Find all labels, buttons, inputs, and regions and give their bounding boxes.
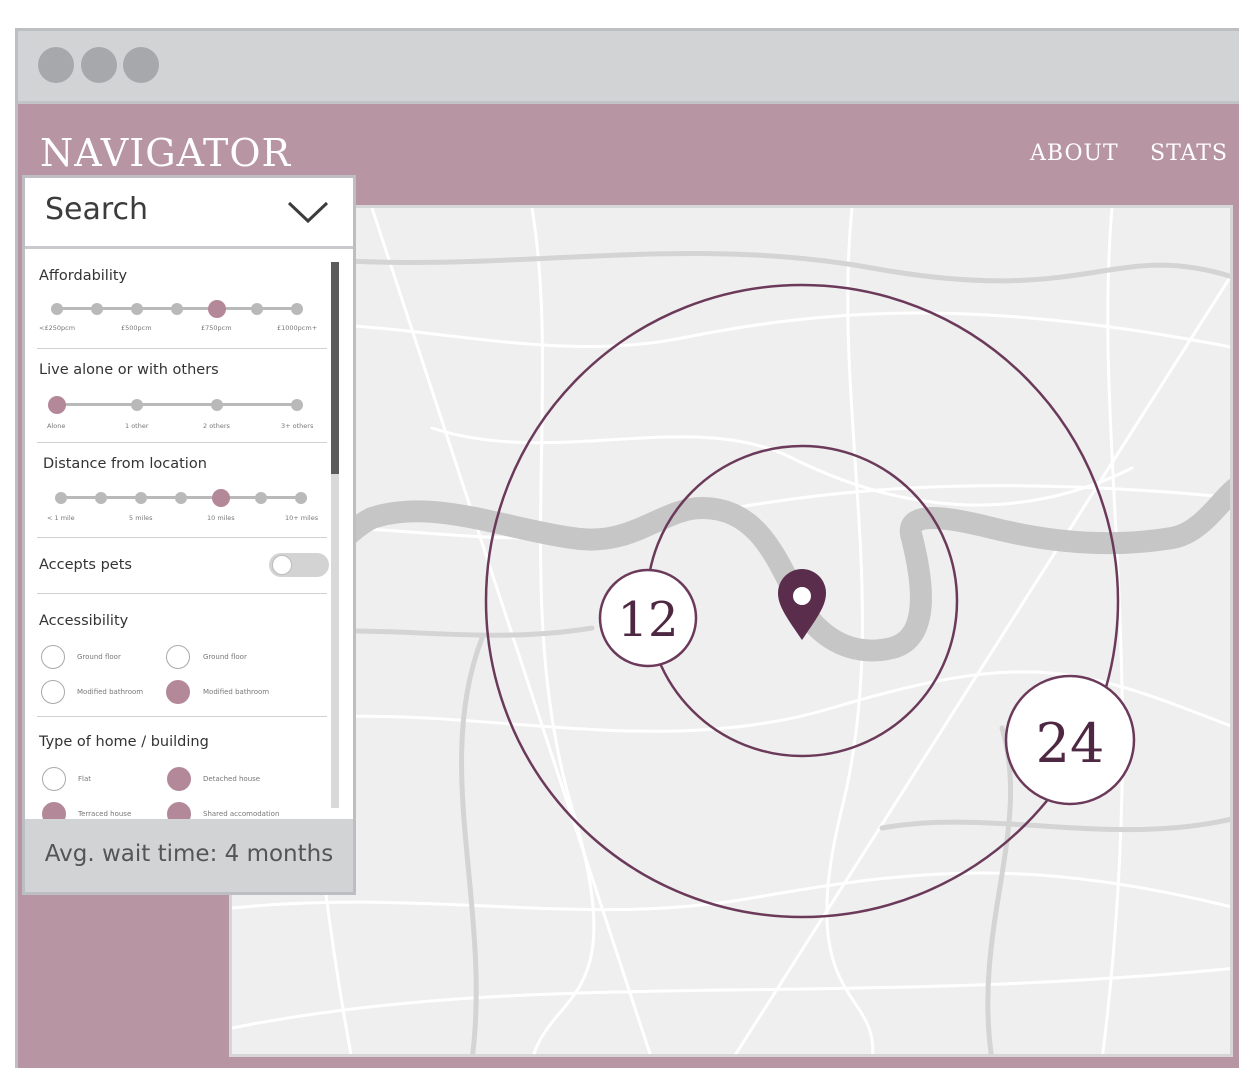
live-with-stop[interactable] (291, 399, 303, 411)
outer-radius-badge[interactable]: 24 (1004, 674, 1136, 806)
map-view[interactable]: 12 24 (229, 205, 1233, 1057)
inner-radius-badge[interactable]: 12 (598, 568, 698, 668)
tick-label: 2 others (203, 422, 230, 430)
live-with-section: Live alone or with others Alone 1 other … (37, 350, 327, 443)
affordability-stop[interactable] (251, 303, 263, 315)
distance-stop[interactable] (95, 492, 107, 504)
search-dropdown[interactable]: Search (25, 178, 353, 249)
affordability-stop[interactable] (171, 303, 183, 315)
accessibility-section: Accessibility Ground floor Ground floor … (37, 595, 327, 717)
window-maximize-button[interactable] (123, 47, 159, 83)
tick-label: 10 miles (207, 514, 235, 522)
option-label: Terraced house (78, 810, 132, 818)
wait-time-bar: Avg. wait time: 4 months (22, 819, 356, 895)
distance-section: Distance from location < 1 mile 5 miles … (37, 444, 327, 538)
tick-label: <£250pcm (39, 324, 76, 332)
nav-stats-link[interactable]: STATS (1150, 141, 1228, 166)
affordability-title: Affordability (39, 268, 128, 284)
affordability-stop[interactable] (51, 303, 63, 315)
toggle-knob (272, 555, 292, 575)
distance-stop[interactable] (295, 492, 307, 504)
window-close-button[interactable] (38, 47, 74, 83)
distance-stop[interactable] (175, 492, 187, 504)
tick-label: £500pcm (121, 324, 152, 332)
tick-label: 10+ miles (285, 514, 319, 522)
option-label: Shared accomodation (203, 810, 280, 818)
tick-label: 3+ others (281, 422, 314, 430)
scrollbar-thumb[interactable] (331, 262, 339, 474)
accessibility-checkbox[interactable] (41, 680, 65, 704)
accessibility-title: Accessibility (39, 613, 129, 629)
home-type-section: Type of home / building Flat Detached ho… (37, 718, 327, 826)
accessibility-checkbox[interactable] (166, 680, 190, 704)
pets-toggle[interactable] (269, 553, 329, 577)
pets-section: Accepts pets (37, 539, 329, 594)
accessibility-checkbox[interactable] (41, 645, 65, 669)
live-with-track[interactable] (57, 403, 297, 406)
tick-label: < 1 mile (47, 514, 75, 522)
home-type-checkbox[interactable] (42, 767, 66, 791)
tick-label: £750pcm (201, 324, 232, 332)
wait-time-text: Avg. wait time: 4 months (44, 841, 334, 867)
window-minimize-button[interactable] (81, 47, 117, 83)
live-with-stop[interactable] (211, 399, 223, 411)
live-with-slider-handle[interactable] (48, 396, 66, 414)
affordability-stop[interactable] (131, 303, 143, 315)
nav-about-link[interactable]: ABOUT (1030, 141, 1119, 166)
app-logo[interactable]: NAVIGATOR (40, 131, 291, 175)
live-with-stop[interactable] (131, 399, 143, 411)
tick-label: 5 miles (129, 514, 153, 522)
option-label: Ground floor (77, 653, 121, 661)
affordability-section: Affordability <£250pcm £500pcm £750pcm £… (37, 258, 327, 349)
inner-radius-count: 12 (617, 592, 678, 648)
distance-slider-handle[interactable] (212, 489, 230, 507)
home-type-checkbox[interactable] (167, 767, 191, 791)
option-label: Flat (78, 775, 92, 783)
live-with-title: Live alone or with others (39, 362, 219, 378)
distance-stop[interactable] (255, 492, 267, 504)
chevron-down-icon (287, 201, 329, 224)
outer-radius-count: 24 (1036, 712, 1105, 775)
distance-title: Distance from location (43, 456, 207, 472)
affordability-stop[interactable] (91, 303, 103, 315)
affordability-slider-handle[interactable] (208, 300, 226, 318)
search-panel: Search Affordability <£250pcm £500pcm £7… (22, 175, 356, 895)
distance-stop[interactable] (135, 492, 147, 504)
tick-label: £1000pcm+ (277, 324, 318, 332)
tick-label: Alone (47, 422, 66, 430)
tick-label: 1 other (125, 422, 149, 430)
search-label: Search (45, 192, 149, 227)
option-label: Modified bathroom (77, 688, 144, 696)
pets-title: Accepts pets (39, 557, 132, 573)
home-type-title: Type of home / building (39, 734, 209, 750)
accessibility-checkbox[interactable] (166, 645, 190, 669)
affordability-stop[interactable] (291, 303, 303, 315)
map-canvas: 12 24 (232, 208, 1230, 1054)
distance-stop[interactable] (55, 492, 67, 504)
window-titlebar (18, 31, 1239, 104)
option-label: Detached house (203, 775, 261, 783)
option-label: Modified bathroom (203, 688, 270, 696)
option-label: Ground floor (203, 653, 247, 661)
